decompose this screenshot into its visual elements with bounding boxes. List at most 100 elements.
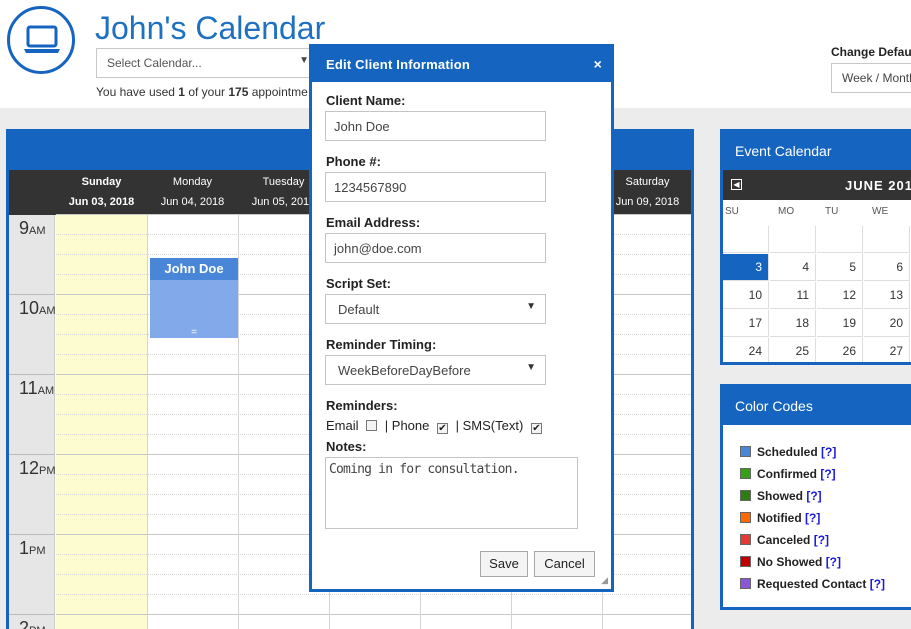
laptop-icon [24, 25, 60, 53]
mini-calendar-day[interactable] [817, 226, 863, 253]
day-name: Saturday [625, 176, 670, 188]
calendar-select[interactable]: Select Calendar... ▼ [96, 48, 318, 78]
color-code-item: Requested Contact [?] [740, 577, 885, 591]
color-code-item: No Showed [?] [740, 555, 841, 569]
email-input[interactable]: john@doe.com [325, 233, 546, 263]
help-link[interactable]: [?] [821, 445, 836, 459]
column-divider [238, 215, 239, 629]
mini-calendar-day[interactable]: 24 [723, 338, 769, 362]
usage-prefix: You have used [96, 85, 179, 99]
logo [7, 6, 75, 74]
reminders-label: Reminders: [326, 398, 398, 413]
mini-calendar-day[interactable]: 26 [817, 338, 863, 362]
help-link[interactable]: [?] [870, 577, 885, 591]
hour-number: 9 [19, 218, 30, 238]
reminder-email-label: Email [326, 418, 359, 433]
mini-calendar-day[interactable] [864, 226, 910, 253]
color-code-item: Scheduled [?] [740, 445, 836, 459]
separator: | [384, 418, 389, 433]
reminder-sms-checkbox[interactable]: ✔ [530, 423, 542, 434]
help-link[interactable]: [?] [806, 489, 821, 503]
hour-label: 12PM [19, 458, 56, 479]
notes-textarea[interactable]: Coming in for consultation. [325, 457, 578, 529]
mini-calendar-day[interactable]: 27 [864, 338, 910, 362]
mini-calendar-day[interactable]: 20 [864, 310, 910, 337]
hour-divider [9, 294, 55, 295]
mini-calendar-day[interactable] [770, 226, 816, 253]
usage-mid: of your [184, 85, 229, 99]
weekday-label: TU [825, 206, 839, 217]
color-code-label: Requested Contact [757, 577, 867, 591]
save-button[interactable]: Save [480, 551, 528, 577]
hour-divider [9, 614, 55, 615]
reminder-phone-checkbox[interactable]: ✔ [437, 423, 448, 434]
prev-month-icon[interactable]: ◀ [731, 179, 742, 190]
script-set-select[interactable]: Default ▼ [325, 294, 546, 324]
hour-label: 11AM [19, 378, 54, 399]
event-calendar-title: Event Calendar [723, 132, 911, 170]
email-label: Email Address: [326, 215, 421, 230]
hour-number: 10 [19, 298, 40, 318]
help-link[interactable]: [?] [820, 467, 835, 481]
phone-input[interactable]: 1234567890 [325, 172, 546, 202]
mini-calendar-day[interactable]: 11 [770, 282, 816, 309]
column-divider [693, 215, 694, 629]
color-code-label: No Showed [757, 555, 823, 569]
mini-calendar-day[interactable]: 3 [723, 254, 769, 281]
chevron-down-icon: ▼ [526, 301, 536, 312]
mini-calendar-day[interactable]: 6 [864, 254, 910, 281]
mini-calendar-day[interactable]: 18 [770, 310, 816, 337]
close-icon[interactable]: × [594, 47, 602, 82]
help-link[interactable]: [?] [805, 511, 820, 525]
day-date: Jun 04, 2018 [160, 196, 225, 208]
usage-suffix: appointme [248, 85, 308, 99]
chevron-down-icon: ▼ [299, 55, 309, 66]
hour-divider [9, 534, 55, 535]
grid-line [56, 614, 691, 615]
color-code-label: Confirmed [757, 467, 817, 481]
event-calendar: Event Calendar ◀ JUNE 2018 SUMOTUWETH345… [720, 129, 911, 365]
mini-calendar-day[interactable]: 12 [817, 282, 863, 309]
color-swatch [740, 490, 751, 501]
day-header-monday: Monday Jun 04, 2018 [147, 170, 238, 215]
color-code-label: Canceled [757, 533, 811, 547]
color-swatch [740, 556, 751, 567]
mini-calendar-day[interactable]: 25 [770, 338, 816, 362]
color-code-item: Confirmed [?] [740, 467, 836, 481]
hour-ampm: AM [39, 305, 56, 317]
mini-calendar-day[interactable]: 5 [817, 254, 863, 281]
color-code-label: Showed [757, 489, 804, 503]
default-view-select[interactable]: Week / Month [831, 63, 911, 93]
help-link[interactable]: [?] [826, 555, 841, 569]
help-link[interactable]: [?] [814, 533, 829, 547]
mini-calendar-day[interactable]: 19 [817, 310, 863, 337]
script-set-label: Script Set: [326, 276, 392, 291]
hour-ampm: AM [37, 385, 55, 397]
reminder-timing-select[interactable]: WeekBeforeDayBefore ▼ [325, 355, 546, 385]
page-title: John's Calendar [95, 10, 326, 46]
reminder-email-checkbox[interactable] [366, 420, 378, 431]
day-header-saturday: Saturday Jun 09, 2018 [602, 170, 691, 215]
mini-calendar-day[interactable]: 4 [770, 254, 816, 281]
hour-ampm: PM [29, 625, 46, 629]
mini-calendar-day[interactable]: 17 [723, 310, 769, 337]
appointment-resize-handle[interactable]: = [150, 328, 238, 338]
resize-handle-icon[interactable]: ◢ [601, 575, 608, 586]
hour-label: 1PM [19, 538, 46, 559]
usage-used: 1 [178, 85, 185, 99]
mini-calendar-day[interactable] [723, 226, 769, 253]
appointment-john-doe[interactable]: John Doe = [150, 258, 238, 338]
color-swatch [740, 578, 751, 589]
color-swatch [740, 512, 751, 523]
default-view-label: Change Defau [831, 45, 911, 59]
phone-label: Phone #: [326, 154, 381, 169]
client-name-input[interactable]: John Doe [325, 111, 546, 141]
hour-number: 11 [19, 378, 38, 398]
cancel-button[interactable]: Cancel [534, 551, 595, 577]
column-divider [147, 215, 148, 629]
mini-calendar-day[interactable]: 10 [723, 282, 769, 309]
hour-divider [9, 374, 55, 375]
mini-calendar-day[interactable]: 13 [864, 282, 910, 309]
notes-label: Notes: [326, 439, 367, 454]
script-set-value: Default [338, 302, 380, 317]
